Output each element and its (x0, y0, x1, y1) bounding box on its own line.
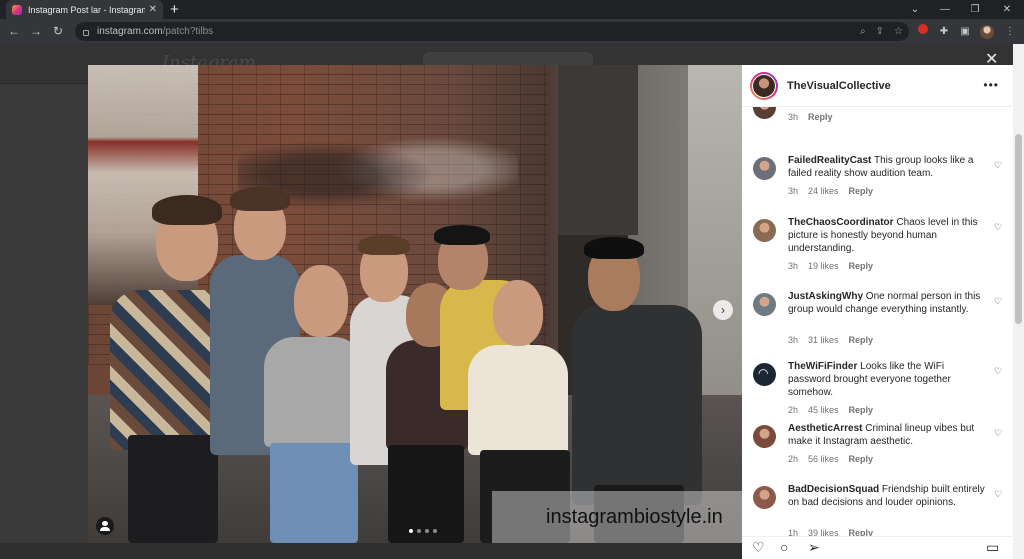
comment-text: JustAskingWhy One normal person in this … (788, 290, 988, 316)
share-icon[interactable]: ⇪ (876, 26, 884, 37)
share-icon[interactable]: ➢ (808, 539, 820, 556)
comment-meta: 3h 31 likes Reply (788, 335, 883, 345)
comment-like-icon[interactable]: ♡ (994, 160, 1002, 171)
commenter-avatar[interactable] (753, 219, 776, 242)
carousel-dot (409, 529, 413, 533)
watermark-text: instagrambiostyle.in (546, 506, 723, 528)
commenter-avatar[interactable] (753, 293, 776, 316)
comment-time: 3h (788, 335, 799, 345)
window-restore-button[interactable]: ❐ (960, 0, 990, 19)
commenter-avatar[interactable] (753, 425, 776, 448)
browser-toolbar: ← → ↻ instagram.com/patch?tilbs ⌕ ⇪ ☆ (0, 19, 1024, 44)
comment-text: BadDecisionSquad Friendship built entire… (788, 483, 988, 509)
reload-button[interactable]: ↻ (48, 19, 68, 44)
comment-icon[interactable]: ○ (780, 539, 788, 555)
comment-like-icon[interactable]: ♡ (994, 296, 1002, 307)
carousel-dot (425, 529, 429, 533)
browser-tab-bar: Instagram Post lar - Instagram ✕ + ⌄ — ❐… (0, 0, 1024, 19)
comment-like-icon[interactable]: ♡ (994, 428, 1002, 439)
back-button[interactable]: ← (4, 19, 24, 44)
comments-list: theVisualCollective 😂😂🤦3hReplyFailedReal… (742, 107, 1013, 537)
commenter-avatar[interactable] (753, 107, 776, 119)
comment-likes[interactable]: 45 likes (808, 405, 839, 415)
comment-meta: 3h Reply (788, 112, 843, 122)
reply-button[interactable]: Reply (849, 186, 874, 196)
reply-button[interactable]: Reply (849, 335, 874, 345)
forward-button[interactable]: → (26, 19, 46, 44)
browser-menu-icon[interactable]: ⋮ (1003, 22, 1017, 41)
scrollbar-thumb[interactable] (1015, 134, 1022, 324)
side-panel-icon[interactable]: ▣ (958, 22, 972, 41)
comment-username[interactable]: FailedRealityCast (788, 155, 871, 166)
carousel-dot (417, 529, 421, 533)
comment-time: 3h (788, 112, 799, 122)
reply-button[interactable]: Reply (849, 405, 874, 415)
author-avatar[interactable] (750, 71, 778, 100)
comment-text: AestheticArrest Criminal lineup vibes bu… (788, 422, 988, 448)
comment-meta: 2h 56 likes Reply (788, 454, 883, 464)
like-icon[interactable]: ♡ (752, 539, 765, 556)
comment-like-icon[interactable]: ♡ (994, 489, 1002, 500)
comment-username[interactable]: TheChaosCoordinator (788, 217, 894, 228)
comment-username[interactable]: JustAskingWhy (788, 291, 863, 302)
post-image[interactable] (88, 65, 742, 543)
bookmark-star-icon[interactable]: ☆ (894, 26, 903, 37)
lock-icon (83, 29, 89, 36)
tagged-users-icon[interactable] (96, 517, 114, 535)
carousel-next-button[interactable]: › (713, 300, 733, 320)
commenter-avatar[interactable] (753, 486, 776, 509)
reply-button[interactable]: Reply (849, 261, 874, 271)
extensions-puzzle-icon[interactable]: ✚ (937, 22, 951, 41)
comment-time: 3h (788, 261, 799, 271)
tab-title: Instagram Post lar - Instagram (28, 4, 145, 15)
comment-meta: 2h 45 likes Reply (788, 405, 883, 415)
profile-avatar[interactable] (980, 25, 994, 39)
author-username[interactable]: TheVisualCollective (787, 80, 891, 92)
comment-likes[interactable]: 56 likes (808, 454, 839, 464)
commenter-avatar[interactable]: ◠ (753, 363, 776, 386)
wifi-icon: ◠ (758, 366, 769, 380)
comment-time: 3h (788, 186, 799, 196)
zoom-icon[interactable]: ⌕ (860, 26, 866, 37)
new-tab-button[interactable]: + (170, 0, 179, 19)
reply-button[interactable]: Reply (849, 454, 874, 464)
comment-like-icon[interactable]: ♡ (994, 366, 1002, 377)
comment-like-icon[interactable]: ♡ (994, 222, 1002, 233)
comment-text: TheWiFiFinder Looks like the WiFi passwo… (788, 360, 988, 399)
comment-likes[interactable]: 24 likes (808, 186, 839, 196)
comment-time: 2h (788, 454, 799, 464)
comment-username[interactable]: TheWiFiFinder (788, 361, 857, 372)
window-minimize-button[interactable]: — (930, 0, 960, 19)
instagram-favicon-icon (12, 4, 22, 15)
comment-username[interactable]: AestheticArrest (788, 423, 862, 434)
scrollbar[interactable] (1013, 44, 1024, 559)
comment-time: 2h (788, 405, 799, 415)
commenter-avatar[interactable] (753, 157, 776, 180)
comment-text: FailedRealityCast This group looks like … (788, 154, 988, 180)
url-text: instagram.com/patch?tilbs (97, 26, 214, 37)
window-close-button[interactable]: ✕ (992, 0, 1022, 19)
comment-likes[interactable]: 19 likes (808, 261, 839, 271)
more-options-icon[interactable]: ••• (983, 78, 999, 92)
comment-meta: 3h 24 likes Reply (788, 186, 883, 196)
reply-button[interactable]: Reply (808, 112, 833, 122)
tab-close-icon[interactable]: ✕ (149, 4, 157, 15)
address-bar[interactable]: instagram.com/patch?tilbs ⌕ ⇪ ☆ (75, 22, 909, 41)
extension-icon[interactable] (916, 22, 930, 41)
post-side-panel: TheVisualCollective ••• theVisualCollect… (742, 65, 1013, 559)
carousel-dot (433, 529, 437, 533)
browser-tab[interactable]: Instagram Post lar - Instagram ✕ (6, 0, 163, 19)
carousel-dots (409, 529, 437, 533)
tab-search-icon[interactable]: ⌄ (900, 0, 930, 19)
comment-text: TheChaosCoordinator Chaos level in this … (788, 216, 988, 255)
post-header: TheVisualCollective ••• (742, 65, 1013, 107)
comment-username[interactable]: BadDecisionSquad (788, 484, 879, 495)
save-icon[interactable]: ▭ (986, 539, 999, 556)
post-actions: ♡ ○ ➢ ▭ (742, 536, 1013, 559)
comment-meta: 3h 19 likes Reply (788, 261, 883, 271)
comment-likes[interactable]: 31 likes (808, 335, 839, 345)
